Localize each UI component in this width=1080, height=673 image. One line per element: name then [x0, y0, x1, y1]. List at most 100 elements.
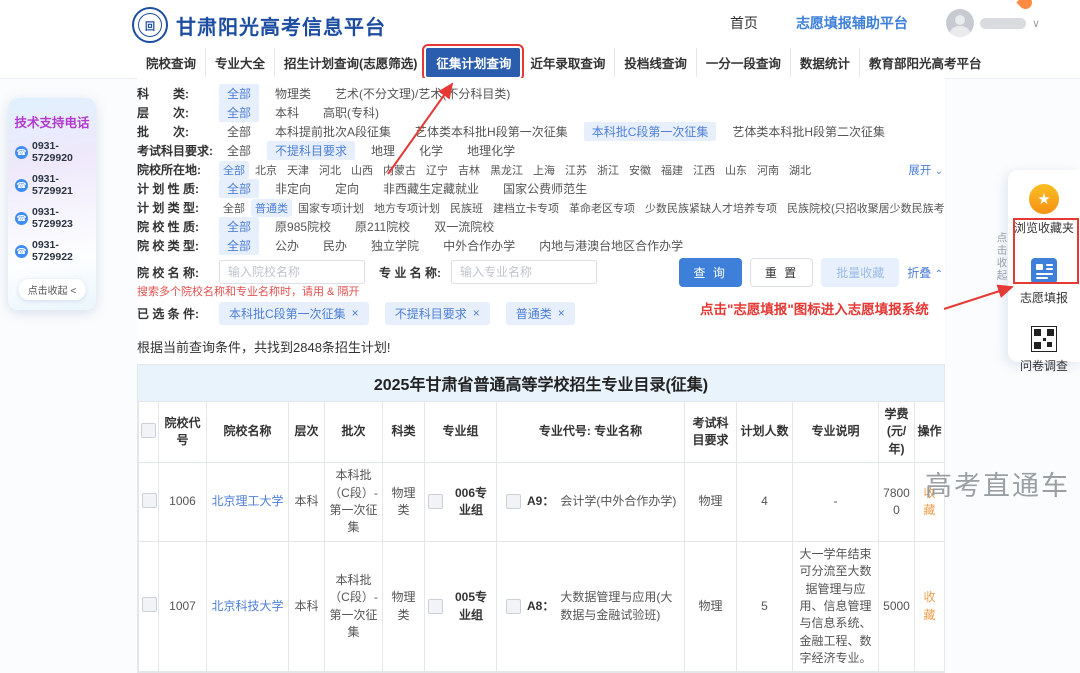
user-menu[interactable]: ∨ — [946, 9, 1040, 37]
filter-option[interactable]: 普通类 — [251, 199, 292, 217]
filter-option[interactable]: 艺术(不分文理)/艺术(不分科目类) — [327, 84, 518, 103]
group-checkbox[interactable] — [428, 599, 443, 614]
filter-option[interactable]: 全部 — [219, 122, 259, 141]
filter-option[interactable]: 独立学院 — [363, 236, 427, 255]
row-checkbox[interactable] — [142, 493, 157, 508]
main-tabs: 院校查询 专业大全 招生计划查询(志愿筛选) 征集计划查询 近年录取查询 投档线… — [0, 46, 1080, 79]
row-checkbox[interactable] — [142, 597, 157, 612]
filter-option[interactable]: 天津 — [283, 161, 313, 179]
survey-item[interactable]: 问卷调查 — [1008, 326, 1080, 374]
tab-cutoff-line[interactable]: 投档线查询 — [614, 48, 696, 77]
filter-option[interactable]: 内蒙古 — [379, 161, 420, 179]
filter-option[interactable]: 非西藏生定藏就业 — [375, 179, 487, 198]
filter-option[interactable]: 吉林 — [454, 161, 484, 179]
filter-option[interactable]: 物理类 — [267, 84, 319, 103]
cell-fee: 78000 — [879, 463, 915, 542]
filter-option[interactable]: 化学 — [411, 141, 451, 160]
condition-chip[interactable]: 不提科目要求× — [385, 302, 490, 325]
filter-option[interactable]: 地理 — [363, 141, 403, 160]
favorite-link[interactable]: 收藏 — [923, 590, 935, 621]
tab-moe-platform[interactable]: 教育部阳光高考平台 — [859, 48, 991, 77]
major-checkbox[interactable] — [506, 599, 521, 614]
filter-option[interactable]: 非定向 — [267, 179, 319, 198]
tab-statistics[interactable]: 数据统计 — [790, 48, 859, 77]
major-name-input[interactable] — [451, 260, 597, 284]
filter-option[interactable]: 全部 — [219, 84, 259, 103]
filter-option[interactable]: 全部 — [219, 217, 259, 236]
condition-chip[interactable]: 普通类× — [506, 302, 575, 325]
major-checkbox[interactable] — [506, 494, 521, 509]
filter-option[interactable]: 建档立卡专项 — [489, 199, 563, 217]
query-button[interactable]: 查 询 — [679, 258, 742, 287]
nav-assist-link[interactable]: 志愿填报辅助平台 — [796, 13, 908, 33]
filter-option[interactable]: 安徽 — [625, 161, 655, 179]
filter-option[interactable]: 河北 — [315, 161, 345, 179]
filter-option[interactable]: 黑龙江 — [486, 161, 527, 179]
filter-option[interactable]: 艺体类本科批H段第二次征集 — [724, 122, 893, 141]
site-logo[interactable]: 回 甘肃阳光高考信息平台 — [132, 7, 386, 43]
filter-option[interactable]: 革命老区专项 — [565, 199, 639, 217]
filter-option[interactable]: 山东 — [721, 161, 751, 179]
filter-option[interactable]: 全部 — [219, 103, 259, 122]
collapse-right-panel-button[interactable]: 点击收起 > — [996, 232, 1008, 297]
filter-option[interactable]: 河南 — [753, 161, 783, 179]
filter-option[interactable]: 上海 — [529, 161, 559, 179]
filter-option[interactable]: 本科提前批次A段征集 — [267, 122, 399, 141]
filter-option[interactable]: 全部 — [219, 236, 259, 255]
filter-option[interactable]: 双一流院校 — [426, 217, 502, 236]
filter-option[interactable]: 不提科目要求 — [267, 141, 355, 160]
tab-major-list[interactable]: 专业大全 — [205, 48, 274, 77]
filter-option[interactable]: 原985院校 — [267, 217, 339, 236]
filter-option[interactable]: 地理化学 — [459, 141, 523, 160]
filter-option[interactable]: 本科批C段第一次征集 — [584, 122, 717, 141]
nav-home-link[interactable]: 首页 — [730, 13, 758, 33]
condition-chip[interactable]: 本科批C段第一次征集× — [219, 302, 369, 325]
school-link[interactable]: 北京理工大学 — [211, 494, 283, 508]
filter-option[interactable]: 中外合作办学 — [435, 236, 523, 255]
filter-option[interactable]: 全部 — [219, 179, 259, 198]
filter-option[interactable]: 高职(专科) — [315, 103, 387, 122]
tab-collection-plan-query[interactable]: 征集计划查询 — [426, 48, 520, 77]
filter-option[interactable]: 辽宁 — [422, 161, 452, 179]
filter-option[interactable]: 民办 — [315, 236, 355, 255]
filter-option[interactable]: 原211院校 — [347, 217, 418, 236]
school-link[interactable]: 北京科技大学 — [211, 599, 283, 613]
tab-college-query[interactable]: 院校查询 — [137, 48, 205, 77]
tab-rank-segment[interactable]: 一分一段查询 — [696, 48, 790, 77]
filter-option[interactable]: 湖北 — [785, 161, 815, 179]
collapse-left-panel-button[interactable]: 点击收起 < — [19, 279, 86, 300]
filter-option[interactable]: 定向 — [327, 179, 367, 198]
filter-option[interactable]: 全部 — [219, 141, 259, 160]
filter-option[interactable]: 山西 — [347, 161, 377, 179]
filter-option[interactable]: 福建 — [657, 161, 687, 179]
filter-option[interactable]: 公办 — [267, 236, 307, 255]
filter-option[interactable]: 北京 — [251, 161, 281, 179]
select-all-checkbox[interactable] — [141, 423, 156, 438]
close-icon[interactable]: × — [473, 306, 480, 320]
filter-option[interactable]: 地方专项计划 — [370, 199, 444, 217]
filter-option[interactable]: 本科 — [267, 103, 307, 122]
school-name-input[interactable] — [219, 260, 365, 284]
filter-option[interactable]: 国家专项计划 — [294, 199, 368, 217]
filter-option[interactable]: 全部 — [219, 199, 249, 217]
expand-link[interactable]: 展开 ⌄ — [908, 162, 945, 178]
filter-option[interactable]: 民族院校(只招收聚居少数民族考生) — [783, 199, 945, 217]
filter-option[interactable]: 国家公费师范生 — [495, 179, 595, 198]
filter-option[interactable]: 江苏 — [561, 161, 591, 179]
filter-option[interactable]: 民族班 — [446, 199, 487, 217]
filter-option[interactable]: 艺体类本科批H段第一次征集 — [407, 122, 576, 141]
filter-option[interactable]: 浙江 — [593, 161, 623, 179]
filter-row-location: 院校所在地: 全部 北京 天津 河北 山西 内蒙古 辽宁 吉林 黑龙江 上海 江… — [137, 160, 945, 179]
tab-past-admission[interactable]: 近年录取查询 — [520, 48, 614, 77]
filter-option[interactable]: 江西 — [689, 161, 719, 179]
tab-plan-query[interactable]: 招生计划查询(志愿筛选) — [274, 48, 426, 77]
filter-option[interactable]: 全部 — [219, 161, 249, 179]
close-icon[interactable]: × — [352, 306, 359, 320]
batch-favorite-button[interactable]: 批量收藏 — [821, 258, 899, 287]
filter-option[interactable]: 内地与港澳台地区合作办学 — [531, 236, 691, 255]
fold-link[interactable]: 折叠 ⌃ — [907, 264, 943, 281]
close-icon[interactable]: × — [558, 306, 565, 320]
filter-option[interactable]: 少数民族紧缺人才培养专项 — [641, 199, 781, 217]
group-checkbox[interactable] — [428, 494, 443, 509]
reset-button[interactable]: 重 置 — [750, 258, 813, 287]
